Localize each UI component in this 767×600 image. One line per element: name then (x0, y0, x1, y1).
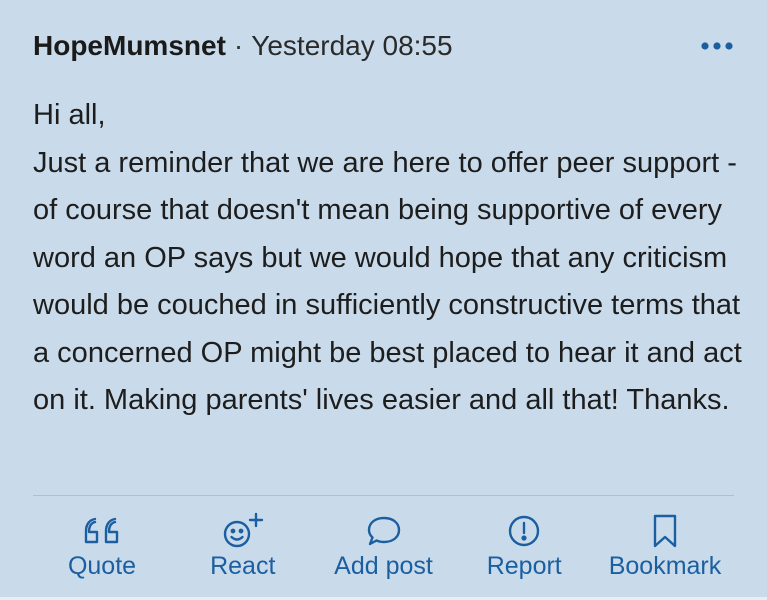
post-actions: Quote React Add post Report Bookmark (32, 512, 735, 588)
exclamation-circle-icon (506, 512, 542, 550)
speech-bubble-icon (365, 512, 403, 550)
react-button[interactable]: React (173, 512, 313, 588)
post-header: HopeMumsnet · Yesterday 08:55 (33, 26, 737, 66)
more-options-button[interactable] (697, 32, 737, 60)
ellipsis-icon (701, 42, 733, 50)
quote-button[interactable]: Quote (32, 512, 172, 588)
react-label: React (210, 552, 276, 580)
author-name[interactable]: HopeMumsnet (33, 30, 226, 62)
bookmark-button[interactable]: Bookmark (595, 512, 735, 588)
header-separator: · (233, 30, 244, 61)
quote-label: Quote (67, 552, 137, 580)
add-post-button[interactable]: Add post (314, 512, 454, 588)
bookmark-label: Bookmark (608, 552, 722, 580)
post-timestamp: Yesterday 08:55 (251, 30, 453, 61)
smiley-plus-icon (220, 512, 266, 550)
divider (33, 495, 734, 496)
post-body: Hi all, Just a reminder that we are here… (33, 99, 742, 416)
post-card: HopeMumsnet · Yesterday 08:55 Hi all, Ju… (0, 0, 767, 600)
add-post-label: Add post (334, 552, 433, 580)
report-label: Report (486, 552, 562, 580)
bookmark-icon (650, 512, 680, 550)
quote-icon (82, 512, 122, 550)
report-button[interactable]: Report (454, 512, 594, 588)
